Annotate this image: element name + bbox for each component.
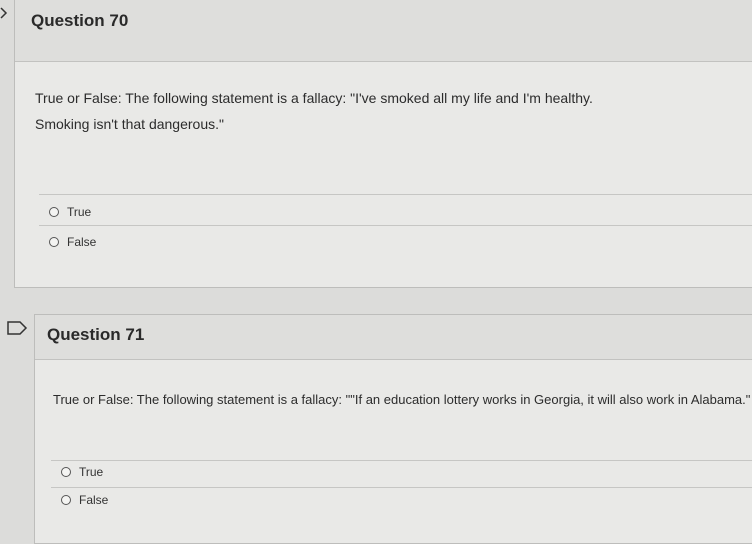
divider xyxy=(51,487,752,488)
radio-button[interactable] xyxy=(61,467,71,477)
question-card: Question 70 True or False: The following… xyxy=(14,0,752,288)
bookmark-flag-icon[interactable] xyxy=(6,320,28,336)
radio-button[interactable] xyxy=(61,495,71,505)
question-title: Question 70 xyxy=(31,11,129,30)
question-card: Question 71 True or False: The following… xyxy=(34,314,752,544)
question-flag-icon[interactable] xyxy=(0,6,8,20)
choice-true[interactable]: True xyxy=(61,465,103,479)
question-header: Question 71 xyxy=(35,315,752,360)
radio-button[interactable] xyxy=(49,207,59,217)
divider xyxy=(39,225,752,226)
choice-label: False xyxy=(79,493,109,507)
question-text: True or False: The following statement i… xyxy=(53,392,751,407)
divider xyxy=(51,460,752,461)
divider xyxy=(39,194,752,195)
choice-label: True xyxy=(79,465,104,479)
question-title: Question 71 xyxy=(47,325,145,344)
choice-true[interactable]: True xyxy=(49,205,91,219)
radio-button[interactable] xyxy=(49,237,59,247)
choice-false[interactable]: False xyxy=(61,493,108,507)
choice-label: False xyxy=(67,235,97,249)
choice-label: True xyxy=(67,205,92,219)
question-header: Question 70 xyxy=(15,0,752,62)
question-text: True or False: The following statement i… xyxy=(35,90,593,132)
choice-false[interactable]: False xyxy=(49,235,96,249)
